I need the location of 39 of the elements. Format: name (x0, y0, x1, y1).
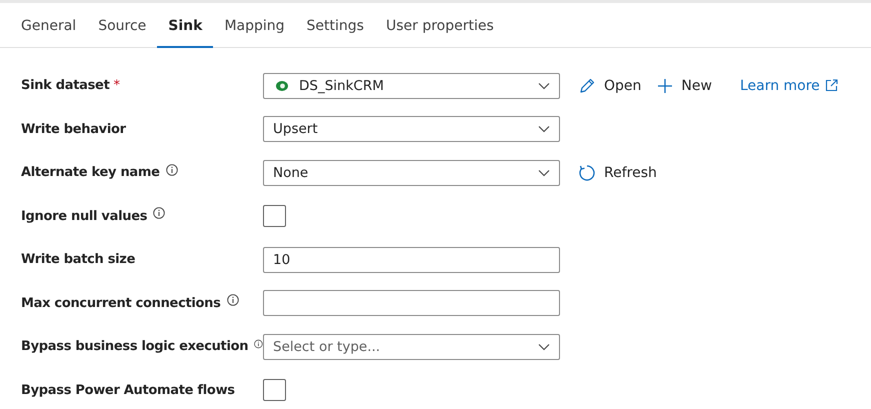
tab[interactable]: Settings (296, 3, 375, 48)
refresh-icon (578, 164, 596, 182)
pencil-icon (578, 76, 596, 95)
field-label: Bypass Power Automate flows (21, 382, 235, 398)
info-icon[interactable] (153, 207, 166, 220)
external-link-icon (824, 79, 838, 92)
input-field[interactable]: 10 (263, 246, 560, 273)
tab[interactable]: User properties (374, 3, 505, 48)
field-label: Max concurrent connections (21, 296, 221, 311)
chevron-down-icon (538, 82, 550, 90)
tab[interactable]: General (10, 3, 88, 48)
dropdown[interactable]: None (263, 160, 560, 186)
info-icon[interactable] (226, 294, 239, 306)
field-label: Bypass business logic execution (21, 339, 248, 354)
tab[interactable]: Sink (157, 3, 214, 48)
field-label: Write behavior (21, 122, 126, 137)
checkbox[interactable] (263, 205, 286, 228)
chevron-down-icon (538, 342, 550, 351)
field-label: Sink dataset (21, 78, 110, 94)
input-field[interactable] (263, 290, 560, 316)
tab[interactable]: Source (87, 3, 158, 48)
learn-more-link[interactable]: Learn more (740, 78, 838, 94)
dropdown[interactable]: DS_SinkCRM (263, 72, 560, 99)
open-button[interactable]: Open (578, 76, 642, 95)
field-label: Write batch size (21, 252, 136, 268)
info-icon[interactable] (166, 164, 178, 176)
tab[interactable]: Mapping (213, 3, 296, 48)
dropdown[interactable]: Select or type... (263, 334, 560, 360)
new-button[interactable]: New (657, 78, 712, 94)
info-icon[interactable] (254, 338, 263, 350)
required-mark: * (113, 78, 120, 94)
refresh-button[interactable]: Refresh (578, 164, 657, 182)
plus-icon (657, 78, 674, 94)
dropdown[interactable]: Upsert (263, 116, 560, 142)
field-label: Ignore null values (21, 208, 148, 224)
chevron-down-icon (538, 168, 550, 177)
chevron-down-icon (538, 125, 550, 134)
checkbox[interactable] (263, 379, 286, 402)
field-label: Alternate key name (21, 165, 160, 180)
